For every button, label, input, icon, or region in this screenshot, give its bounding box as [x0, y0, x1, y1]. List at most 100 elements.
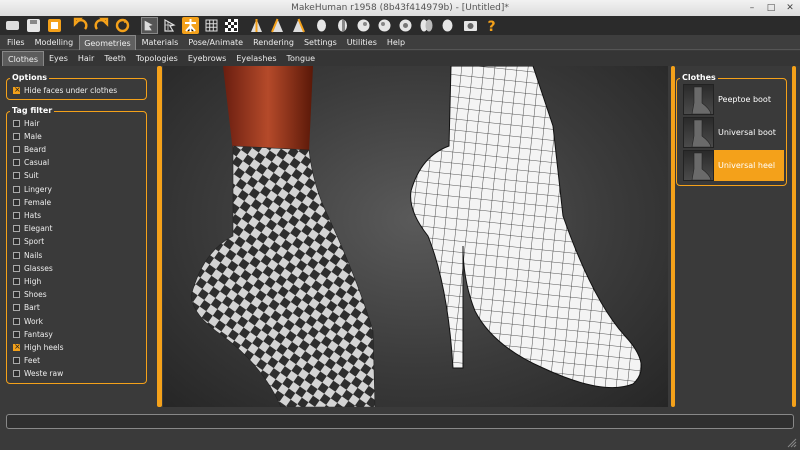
checkbox-box[interactable] — [13, 251, 20, 259]
checkbox-box[interactable] — [13, 264, 20, 272]
grid-icon[interactable] — [203, 17, 220, 34]
menu-item-files[interactable]: Files — [3, 35, 29, 50]
resize-grip-icon[interactable] — [787, 438, 797, 448]
new-file-icon[interactable] — [4, 17, 21, 34]
checkbox-box[interactable] — [13, 238, 20, 246]
left-panel-splitter[interactable] — [157, 66, 162, 407]
main-toolbar: ? — [0, 16, 800, 35]
clothes-thumbnail — [683, 84, 714, 115]
smooth-icon[interactable] — [141, 17, 158, 34]
checkbox-box[interactable] — [13, 370, 20, 378]
tab-eyelashes[interactable]: Eyelashes — [231, 51, 281, 66]
tag-checkbox-female[interactable]: Female — [13, 196, 51, 208]
checkbox-box[interactable] — [13, 225, 20, 233]
hide-faces-checkbox[interactable]: Hide faces under clothes — [13, 84, 117, 96]
menu-item-rendering[interactable]: Rendering — [249, 35, 298, 50]
checkbox-box[interactable] — [13, 119, 20, 127]
reset-icon[interactable] — [114, 17, 131, 34]
right-view-icon[interactable] — [355, 17, 372, 34]
checkbox-box[interactable] — [13, 132, 20, 140]
pose-icon[interactable] — [182, 17, 199, 34]
right-panel-splitter-right[interactable] — [792, 66, 796, 407]
checkbox-box[interactable] — [13, 304, 20, 312]
tab-eyebrows[interactable]: Eyebrows — [183, 51, 232, 66]
checkbox-box[interactable] — [13, 85, 21, 95]
checker-icon[interactable] — [223, 17, 240, 34]
tab-topologies[interactable]: Topologies — [131, 51, 183, 66]
tag-label: Sport — [24, 237, 45, 247]
3d-viewport[interactable] — [163, 66, 668, 407]
menu-item-settings[interactable]: Settings — [300, 35, 341, 50]
tag-checkbox-work[interactable]: Work — [13, 315, 43, 327]
undo-arrow-icon[interactable] — [72, 17, 89, 34]
tab-eyes[interactable]: Eyes — [44, 51, 73, 66]
minimize-icon[interactable]: – — [746, 2, 758, 14]
menu-item-pose-animate[interactable]: Pose/Animate — [184, 35, 247, 50]
checkbox-box[interactable] — [13, 330, 20, 338]
menu-item-materials[interactable]: Materials — [138, 35, 183, 50]
tab-tongue[interactable]: Tongue — [282, 51, 321, 66]
tag-checkbox-hair[interactable]: Hair — [13, 117, 39, 129]
maximize-icon[interactable]: □ — [765, 2, 777, 14]
checkbox-box[interactable] — [13, 317, 20, 325]
side-view-icon[interactable] — [269, 17, 286, 34]
tag-checkbox-casual[interactable]: Casual — [13, 157, 49, 169]
tag-checkbox-weste-raw[interactable]: Weste raw — [13, 368, 63, 380]
symmetry-icon[interactable] — [439, 17, 456, 34]
tag-checkbox-feet[interactable]: Feet — [13, 355, 40, 367]
checkbox-box[interactable] — [13, 159, 20, 167]
wireframe-icon[interactable] — [162, 17, 179, 34]
clothes-item-universal-boot[interactable]: Universal boot — [683, 117, 784, 148]
checkbox-box[interactable] — [13, 198, 20, 206]
checkbox-box[interactable] — [13, 277, 20, 285]
checkbox-box[interactable] — [13, 172, 20, 180]
tag-checkbox-glasses[interactable]: Glasses — [13, 262, 53, 274]
tag-checkbox-bart[interactable]: Bart — [13, 302, 40, 314]
menu-item-utilities[interactable]: Utilities — [343, 35, 381, 50]
export-icon[interactable] — [46, 17, 63, 34]
tag-checkbox-elegant[interactable]: Elegant — [13, 223, 53, 235]
clothes-thumbnail — [683, 117, 714, 148]
checkbox-box[interactable] — [13, 145, 20, 153]
tag-checkbox-hats[interactable]: Hats — [13, 209, 41, 221]
tag-label: Male — [24, 131, 42, 141]
checkbox-box[interactable] — [13, 185, 20, 193]
front-face-icon[interactable] — [418, 17, 435, 34]
tag-checkbox-nails[interactable]: Nails — [13, 249, 42, 261]
checkbox-box[interactable] — [13, 211, 20, 219]
close-icon[interactable]: ✕ — [784, 2, 796, 14]
checkbox-box[interactable] — [13, 342, 21, 352]
tag-checkbox-beard[interactable]: Beard — [13, 143, 46, 155]
clothes-item-universal-heel[interactable]: Universal heel — [683, 150, 784, 181]
tag-checkbox-shoes[interactable]: Shoes — [13, 289, 47, 301]
save-icon[interactable] — [25, 17, 42, 34]
tab-hair[interactable]: Hair — [73, 51, 99, 66]
tag-checkbox-male[interactable]: Male — [13, 130, 42, 142]
checkbox-box[interactable] — [13, 357, 20, 365]
clothes-item-label: Universal boot — [718, 128, 776, 137]
redo-arrow-icon[interactable] — [93, 17, 110, 34]
tab-clothes[interactable]: Clothes — [2, 51, 44, 66]
checkbox-box[interactable] — [13, 291, 20, 299]
tag-checkbox-lingery[interactable]: Lingery — [13, 183, 52, 195]
clothes-item-peeptoe-boot[interactable]: Peeptoe boot — [683, 84, 784, 115]
menu-item-help[interactable]: Help — [383, 35, 409, 50]
tag-checkbox-high[interactable]: High — [13, 275, 41, 287]
tag-checkbox-sport[interactable]: Sport — [13, 236, 44, 248]
right-panel-splitter-left[interactable] — [671, 66, 675, 407]
tag-checkbox-fantasy[interactable]: Fantasy — [13, 328, 53, 340]
help-icon[interactable]: ? — [483, 17, 500, 34]
main-menu-bar: Files Modelling Geometries Materials Pose/An… — [0, 35, 800, 50]
tag-checkbox-high-heels[interactable]: High heels — [13, 341, 64, 353]
menu-item-geometries[interactable]: Geometries — [79, 35, 136, 50]
reset-camera-icon[interactable] — [397, 17, 414, 34]
bottom-view-icon[interactable] — [376, 17, 393, 34]
front-view-icon[interactable] — [248, 17, 265, 34]
tab-teeth[interactable]: Teeth — [99, 51, 131, 66]
tag-checkbox-suit[interactable]: Suit — [13, 170, 39, 182]
camera-icon[interactable] — [462, 17, 479, 34]
back-view-icon[interactable] — [290, 17, 307, 34]
menu-item-modelling[interactable]: Modelling — [31, 35, 78, 50]
top-view-icon[interactable] — [313, 17, 330, 34]
left-view-icon[interactable] — [334, 17, 351, 34]
